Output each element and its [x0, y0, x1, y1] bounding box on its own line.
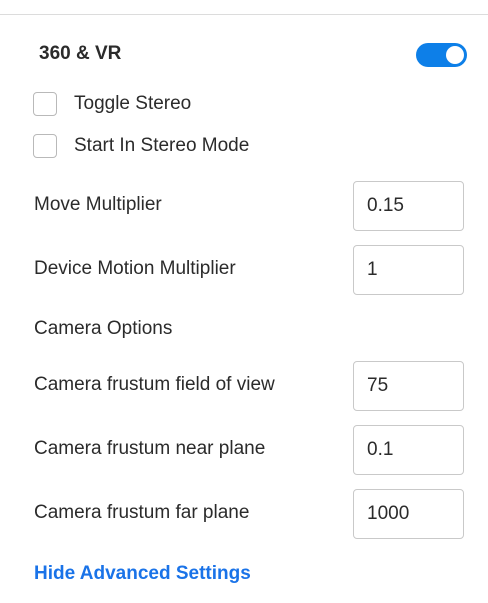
toggle-knob [446, 46, 464, 64]
start-in-stereo-option[interactable]: Start In Stereo Mode [33, 132, 249, 160]
device-motion-multiplier-input[interactable] [353, 245, 464, 295]
camera-far-plane-input[interactable] [353, 489, 464, 539]
vr-enable-toggle[interactable] [416, 43, 467, 67]
camera-near-plane-label: Camera frustum near plane [34, 438, 266, 459]
start-in-stereo-checkbox[interactable] [33, 134, 57, 158]
top-divider [0, 14, 488, 15]
device-motion-multiplier-label: Device Motion Multiplier [34, 258, 236, 279]
camera-fov-label: Camera frustum field of view [34, 374, 275, 395]
start-in-stereo-label: Start In Stereo Mode [74, 135, 250, 156]
camera-options-heading: Camera Options [34, 318, 173, 339]
move-multiplier-label: Move Multiplier [34, 194, 162, 215]
toggle-stereo-checkbox[interactable] [33, 92, 57, 116]
camera-far-plane-label: Camera frustum far plane [34, 502, 250, 523]
toggle-stereo-option[interactable]: Toggle Stereo [33, 90, 191, 118]
toggle-stereo-label: Toggle Stereo [74, 93, 192, 114]
hide-advanced-settings-link[interactable]: Hide Advanced Settings [34, 563, 251, 585]
move-multiplier-input[interactable] [353, 181, 464, 231]
section-title: 360 & VR [39, 43, 122, 64]
camera-fov-input[interactable] [353, 361, 464, 411]
camera-near-plane-input[interactable] [353, 425, 464, 475]
